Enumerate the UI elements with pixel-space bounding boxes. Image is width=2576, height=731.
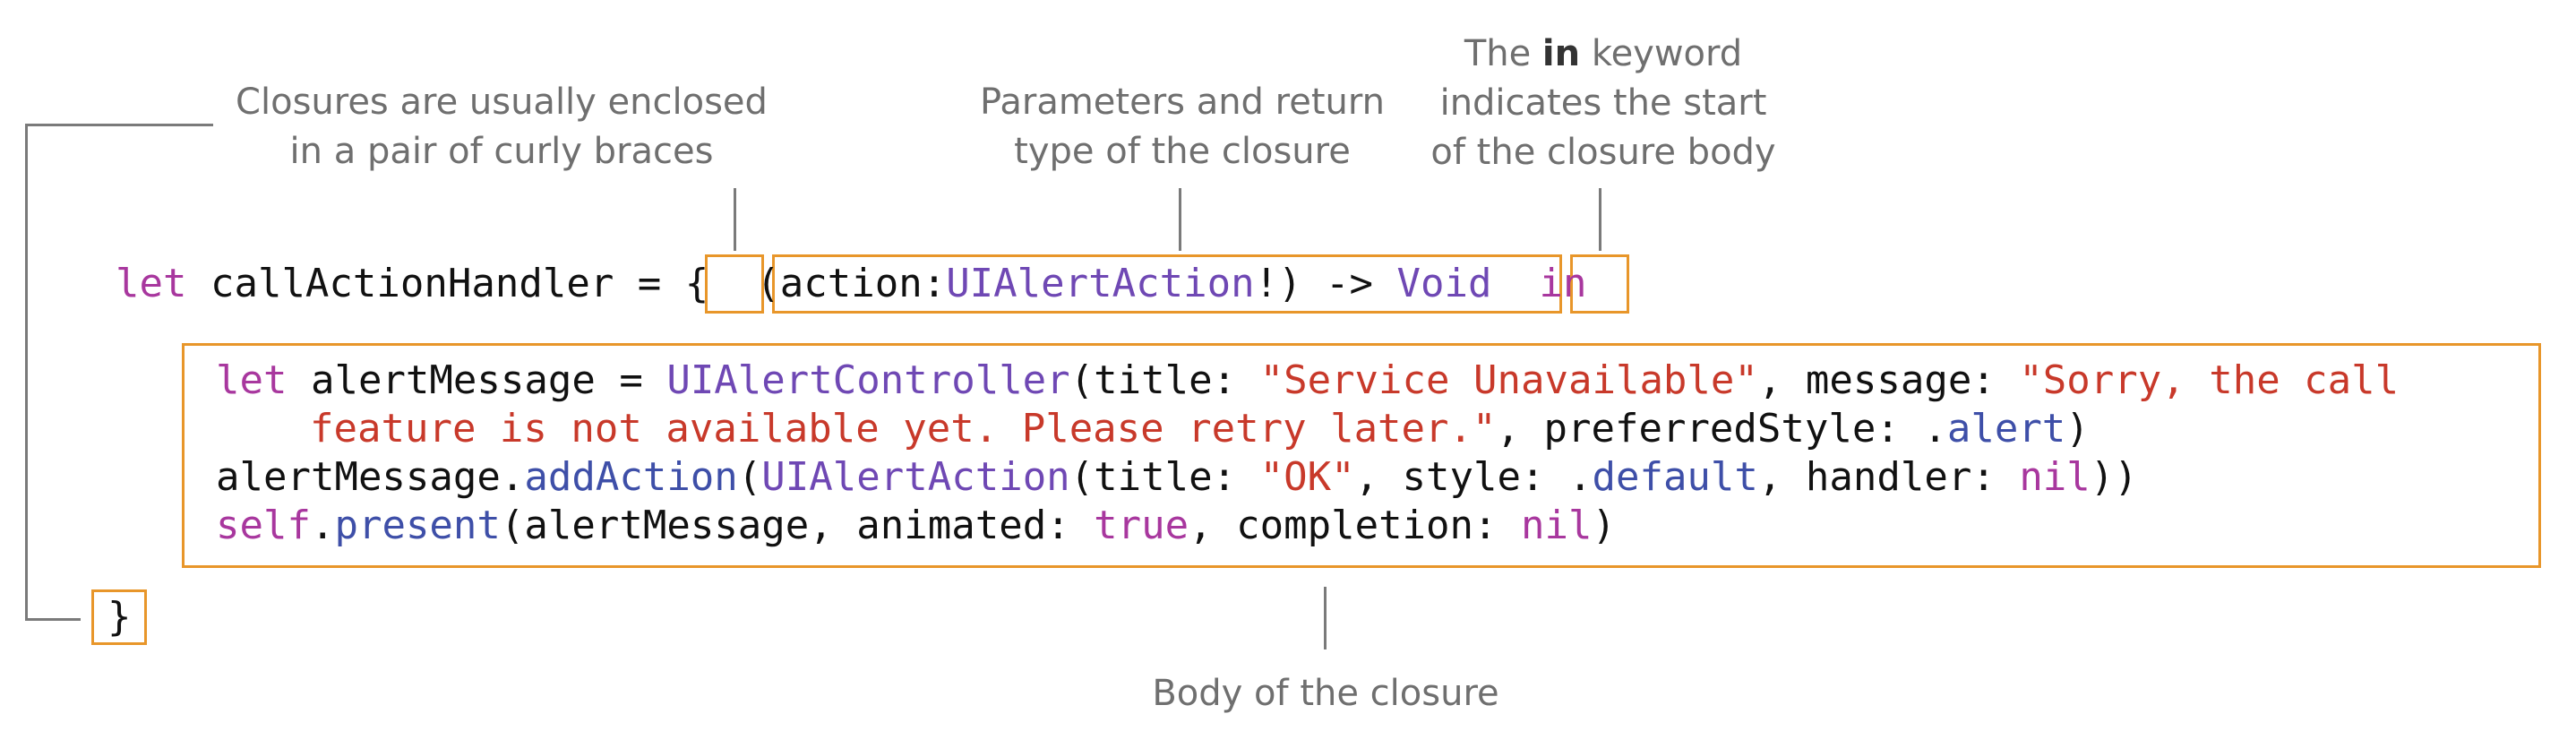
body-line-3-text-b: ( bbox=[737, 454, 762, 500]
braces-leader-vertical bbox=[25, 124, 28, 619]
in-annotation-bold: in bbox=[1541, 33, 1581, 74]
in-annotation-post: keyword bbox=[1580, 33, 1743, 74]
param-type: UIAlertAction bbox=[946, 261, 1255, 306]
body-line-1: let alertMessage = UIAlertController(tit… bbox=[216, 357, 2399, 405]
body-line-3-text-d: , style: . bbox=[1354, 454, 1593, 500]
braces-annotation-line-2: in a pair of curly braces bbox=[289, 131, 714, 172]
nil-keyword-2: nil bbox=[1521, 503, 1593, 548]
body-let-keyword: let bbox=[216, 357, 288, 403]
params-annotation-line-2: type of the closure bbox=[1014, 131, 1351, 172]
alert-action-type: UIAlertAction bbox=[761, 454, 1070, 500]
alert-style: alert bbox=[1946, 406, 2066, 452]
braces-leader-horizontal bbox=[25, 124, 213, 126]
param-open: (action: bbox=[756, 261, 947, 306]
body-line-4-text-a: . bbox=[310, 503, 335, 548]
self-keyword: self bbox=[216, 503, 311, 548]
default-style: default bbox=[1592, 454, 1758, 500]
body-pointer bbox=[1324, 587, 1327, 649]
body-line-3-text-f: )) bbox=[2090, 454, 2138, 500]
in-keyword: in bbox=[1539, 261, 1587, 306]
in-keyword-annotation: The in keyword indicates the start of th… bbox=[1397, 30, 1809, 177]
in-annotation-pre: The bbox=[1464, 33, 1542, 74]
in-keyword-annotation-line-2: indicates the start bbox=[1439, 82, 1767, 124]
true-keyword: true bbox=[1094, 503, 1189, 548]
braces-leader-bottom bbox=[25, 618, 81, 621]
body-line-1-text-b: (title: bbox=[1069, 357, 1260, 403]
body-line-3-text-c: (title: bbox=[1069, 454, 1260, 500]
message-string-part-1: "Sorry, the call bbox=[2019, 357, 2400, 403]
title-string: "Service Unavailable" bbox=[1259, 357, 1758, 403]
handler-name: callActionHandler = bbox=[186, 261, 685, 306]
body-line-1-text-a: alertMessage = bbox=[287, 357, 667, 403]
body-line-2: feature is not available yet. Please ret… bbox=[310, 405, 2090, 453]
body-line-3-text-a: alertMessage. bbox=[216, 454, 525, 500]
param-arrow: !) -> bbox=[1254, 261, 1397, 306]
body-line-3-text-e: , handler: bbox=[1757, 454, 2020, 500]
body-line-4-text-d: ) bbox=[1592, 503, 1617, 548]
message-string-part-2: feature is not available yet. Please ret… bbox=[310, 406, 1497, 452]
nil-keyword-1: nil bbox=[2019, 454, 2091, 500]
params-annotation-line-1: Parameters and return bbox=[980, 82, 1385, 123]
body-line-1-text-c: , message: bbox=[1757, 357, 2020, 403]
body-line-3: alertMessage.addAction(UIAlertAction(tit… bbox=[216, 453, 2138, 502]
return-type: Void bbox=[1396, 261, 1492, 306]
params-annotation: Parameters and return type of the closur… bbox=[958, 78, 1406, 176]
body-line-2-text-b: ) bbox=[2065, 406, 2090, 452]
in-keyword-annotation-line-1: The in keyword bbox=[1397, 30, 1809, 79]
braces-annotation-line-1: Closures are usually enclosed bbox=[236, 82, 768, 123]
open-brace-pointer bbox=[734, 188, 736, 251]
add-action-method: addAction bbox=[524, 454, 738, 500]
body-line-4-text-b: (alertMessage, animated: bbox=[500, 503, 1095, 548]
closure-diagram: Closures are usually enclosed in a pair … bbox=[0, 0, 2576, 731]
body-line-4-text-c: , completion: bbox=[1189, 503, 1522, 548]
body-line-2-text-a: , preferredStyle: . bbox=[1496, 406, 1947, 452]
closure-declaration-line: let callActionHandler = { (action:UIAler… bbox=[116, 260, 1586, 308]
ok-string: "OK" bbox=[1259, 454, 1355, 500]
body-line-4: self.present(alertMessage, animated: tru… bbox=[216, 502, 1616, 550]
open-brace: { bbox=[684, 261, 709, 306]
in-keyword-annotation-line-3: of the closure body bbox=[1430, 132, 1776, 173]
in-keyword-pointer bbox=[1599, 188, 1601, 251]
let-keyword: let bbox=[116, 261, 187, 306]
alert-controller-type: UIAlertController bbox=[666, 357, 1070, 403]
present-method: present bbox=[334, 503, 501, 548]
params-pointer bbox=[1179, 188, 1181, 251]
braces-annotation: Closures are usually enclosed in a pair … bbox=[224, 78, 779, 176]
body-annotation: Body of the closure bbox=[1152, 673, 1499, 714]
close-brace: } bbox=[107, 594, 132, 640]
